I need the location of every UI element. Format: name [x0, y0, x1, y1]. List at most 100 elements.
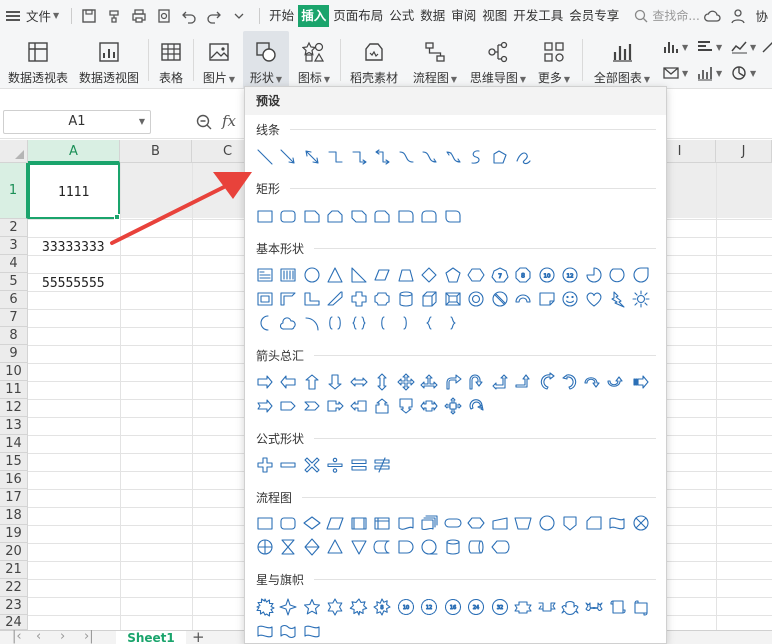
shape-snip-round[interactable] — [371, 204, 395, 227]
shape-lightning[interactable] — [606, 287, 630, 310]
row-header-24[interactable]: 24 — [0, 615, 28, 630]
shape-f-preparation[interactable] — [465, 511, 489, 534]
collaborate-label[interactable]: 协 — [755, 6, 768, 25]
shape-star32[interactable]: 32 — [488, 595, 512, 618]
shape-sun[interactable] — [629, 287, 653, 310]
shape-pentagon[interactable] — [441, 263, 465, 286]
shape-a-notched[interactable] — [253, 394, 277, 417]
shape-parallelogram[interactable] — [371, 263, 395, 286]
shape-f-mag-disk[interactable] — [441, 535, 465, 558]
shape-teardrop[interactable] — [629, 263, 653, 286]
shape-triangle[interactable] — [324, 263, 348, 286]
shape-f-sort[interactable] — [300, 535, 324, 558]
shape-star12[interactable]: 12 — [418, 595, 442, 618]
row-header-17[interactable]: 17 — [0, 489, 28, 507]
pivot-chart-button[interactable]: 数据透视图 — [76, 31, 142, 89]
area-chart-button[interactable]: ▼ — [662, 65, 688, 81]
shape-dbl-wave[interactable] — [277, 619, 301, 642]
shape-r-bracket[interactable] — [394, 311, 418, 334]
shape-a-callout-d[interactable] — [394, 394, 418, 417]
last-sheet-icon[interactable]: ›| — [84, 629, 94, 644]
row-header-14[interactable]: 14 — [0, 435, 28, 453]
shape-f-delay[interactable] — [394, 535, 418, 558]
shape-round-rect[interactable] — [277, 204, 301, 227]
sheet-tab-sheet1[interactable]: Sheet1 — [116, 631, 186, 644]
shape-vtext[interactable] — [277, 263, 301, 286]
shape-f-decision[interactable] — [300, 511, 324, 534]
print-preview-icon[interactable] — [153, 5, 175, 27]
shape-octagon[interactable]: 8 — [512, 263, 536, 286]
shape-f-offpage[interactable] — [559, 511, 583, 534]
icons-button[interactable]: 图标 ▼ — [292, 31, 336, 89]
shape-dbl-arrow[interactable] — [300, 145, 324, 168]
shape-frame[interactable] — [253, 287, 277, 310]
shape-rt-triangle[interactable] — [347, 263, 371, 286]
shape-diag-stripe[interactable] — [324, 287, 348, 310]
shape-freeform[interactable] — [488, 145, 512, 168]
name-box[interactable]: A1 ▼ — [3, 110, 151, 134]
shape-a-left-up[interactable] — [488, 370, 512, 393]
shape-a-callout-quad[interactable] — [441, 394, 465, 417]
shape-f-terminator[interactable] — [441, 511, 465, 534]
mindmap-button[interactable]: 思维导图 ▼ — [467, 31, 529, 89]
shape-star7[interactable] — [347, 595, 371, 618]
shape-cube[interactable] — [418, 287, 442, 310]
shape-arrow-line[interactable] — [277, 145, 301, 168]
command-search[interactable]: 查找命... — [634, 7, 700, 24]
tab-data[interactable]: 数据 — [418, 5, 447, 27]
shape-plaque[interactable] — [371, 287, 395, 310]
zoom-icon[interactable] — [195, 113, 213, 131]
shape-f-extract[interactable] — [324, 535, 348, 558]
shape-r-brace[interactable] — [441, 311, 465, 334]
shape-curve-arrow[interactable] — [418, 145, 442, 168]
shape-smiley[interactable] — [559, 287, 583, 310]
row-header-2[interactable]: 2 — [0, 219, 28, 237]
shape-plus[interactable] — [253, 453, 277, 476]
shape-arc[interactable] — [300, 311, 324, 334]
shape-moon[interactable] — [253, 311, 277, 334]
shape-round-diag[interactable] — [441, 204, 465, 227]
shape-f-display[interactable] — [488, 535, 512, 558]
bar-chart-button[interactable]: ▼ — [662, 39, 688, 55]
docer-button[interactable]: 稻壳素材 — [345, 31, 403, 89]
shape-f-card[interactable] — [582, 511, 606, 534]
shape-no-symbol[interactable] — [488, 287, 512, 310]
shape-f-tape[interactable] — [606, 511, 630, 534]
row-header-5[interactable]: 5 — [0, 273, 28, 291]
shape-elbow-arrow[interactable] — [347, 145, 371, 168]
shape-a-curved-r[interactable] — [535, 370, 559, 393]
shape-a-callout-l-r[interactable] — [418, 394, 442, 417]
tab-home[interactable]: 开始 — [267, 5, 296, 27]
shape-f-seq-access[interactable] — [418, 535, 442, 558]
shape-a-callout-r[interactable] — [324, 394, 348, 417]
shape-f-process[interactable] — [253, 511, 277, 534]
row-header-4[interactable]: 4 — [0, 255, 28, 273]
shape-scribble[interactable] — [512, 145, 536, 168]
cell-a5[interactable]: 55555555 — [42, 276, 105, 291]
shape-decagon[interactable]: 10 — [535, 263, 559, 286]
shape-star6[interactable] — [324, 595, 348, 618]
shape-a-right[interactable] — [253, 370, 277, 393]
more-button[interactable]: 更多 ▼ — [533, 31, 575, 89]
first-sheet-icon[interactable]: |‹ — [12, 629, 22, 644]
shape-pie[interactable] — [582, 263, 606, 286]
shape-cloud[interactable] — [277, 311, 301, 334]
shape-bevel[interactable] — [441, 287, 465, 310]
shape-textbox[interactable] — [253, 263, 277, 286]
shape-elbow[interactable] — [324, 145, 348, 168]
undo-icon[interactable] — [178, 5, 200, 27]
shape-f-document[interactable] — [394, 511, 418, 534]
row-header-22[interactable]: 22 — [0, 579, 28, 597]
format-painter-icon[interactable] — [103, 5, 125, 27]
shape-minus[interactable] — [277, 453, 301, 476]
row-header-12[interactable]: 12 — [0, 399, 28, 417]
shape-a-l-r-u[interactable] — [418, 370, 442, 393]
row-header-7[interactable]: 7 — [0, 309, 28, 327]
shape-dbl-brace[interactable] — [347, 311, 371, 334]
shape-ribbon-up[interactable] — [512, 595, 536, 618]
shape-a-up[interactable] — [300, 370, 324, 393]
shape-dbl-bracket[interactable] — [324, 311, 348, 334]
shape-donut[interactable] — [465, 287, 489, 310]
shape-a-quad[interactable] — [394, 370, 418, 393]
stock-chart-button[interactable]: ▼ — [696, 65, 722, 81]
